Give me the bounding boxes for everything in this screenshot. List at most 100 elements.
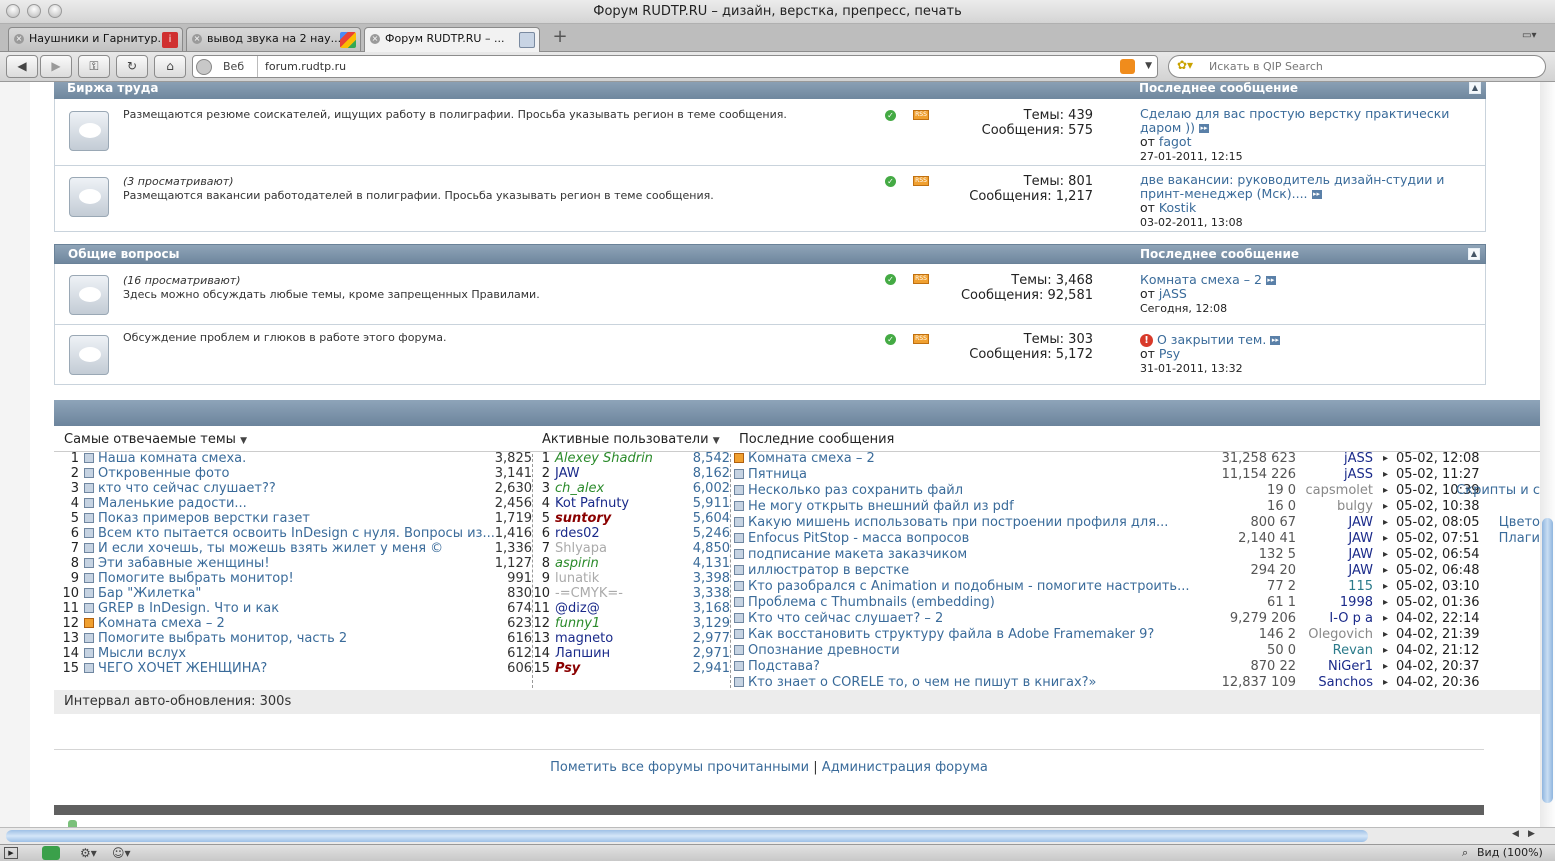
reload-button[interactable]: ↻ xyxy=(116,55,148,78)
post-author[interactable]: 115 xyxy=(1300,579,1373,594)
sync-icon[interactable] xyxy=(42,846,60,860)
user-link[interactable]: -=CMYK=- xyxy=(555,586,623,601)
user-link[interactable]: lunatik xyxy=(555,571,599,586)
last-post-link[interactable]: О закрытии тем. xyxy=(1157,332,1266,347)
tab-headphones[interactable]: × Наушники и Гарнитур... i xyxy=(8,27,183,51)
post-author[interactable]: Sanchos xyxy=(1300,675,1373,690)
scroll-left-arrow-icon[interactable]: ◀ xyxy=(1512,829,1519,839)
topic-link[interactable]: Опознание древности xyxy=(748,643,900,658)
vertical-scrollbar[interactable] xyxy=(1540,82,1555,827)
panel-toggle-icon[interactable]: ▶ xyxy=(4,847,18,859)
topic-link[interactable]: Всем кто пытается освоить InDesign с нул… xyxy=(98,526,495,541)
topic-link[interactable]: Помогите выбрать монитор! xyxy=(98,571,294,586)
post-author[interactable]: JAW xyxy=(1300,515,1373,530)
rss-icon[interactable]: RSS xyxy=(913,274,929,284)
go-arrow-icon[interactable]: ▸ xyxy=(1383,451,1388,466)
go-to-post-icon[interactable]: ▸▸ xyxy=(1311,190,1322,199)
subscribe-check-icon[interactable]: ✓ xyxy=(885,334,896,345)
post-author[interactable]: jASS xyxy=(1300,451,1373,466)
last-post-link[interactable]: Комната смеха – 2 xyxy=(1140,272,1262,287)
post-author[interactable]: jASS xyxy=(1300,467,1373,482)
section-title[interactable]: Биржа труда xyxy=(67,82,159,98)
topic-link[interactable]: Наша комната смеха. xyxy=(98,451,246,466)
post-author[interactable]: Olegovich xyxy=(1300,627,1373,642)
subscribe-check-icon[interactable]: ✓ xyxy=(885,110,896,121)
go-arrow-icon[interactable]: ▸ xyxy=(1383,643,1388,658)
go-arrow-icon[interactable]: ▸ xyxy=(1383,579,1388,594)
topic-link[interactable]: Enfocus PitStop - масса вопросов xyxy=(748,531,969,546)
mark-all-read-link[interactable]: Пометить все форумы прочитанными xyxy=(550,760,809,775)
close-window-button[interactable] xyxy=(6,4,20,18)
forum-link[interactable]: Скрипты и с xyxy=(1456,483,1540,498)
network-icon[interactable]: ⚙▾ xyxy=(80,845,97,861)
go-arrow-icon[interactable]: ▸ xyxy=(1383,467,1388,482)
user-link[interactable]: funny1 xyxy=(555,616,600,631)
tab-close-icon[interactable]: × xyxy=(14,34,24,44)
go-arrow-icon[interactable]: ▸ xyxy=(1383,675,1388,690)
topic-link[interactable]: иллюстратор в верстке xyxy=(748,563,909,578)
go-arrow-icon[interactable]: ▸ xyxy=(1383,611,1388,626)
post-author[interactable]: NiGer1 xyxy=(1300,659,1373,674)
topic-link[interactable]: Подстава? xyxy=(748,659,820,674)
go-arrow-icon[interactable]: ▸ xyxy=(1383,547,1388,562)
topic-link[interactable]: И если хочешь, ты можешь взять жилет у м… xyxy=(98,541,443,556)
post-author[interactable]: 1998 xyxy=(1300,595,1373,610)
user-link[interactable]: suntory xyxy=(555,511,611,526)
subscribe-check-icon[interactable]: ✓ xyxy=(885,274,896,285)
tab-list-icon[interactable]: ▭▾ xyxy=(1522,30,1544,44)
go-arrow-icon[interactable]: ▸ xyxy=(1383,483,1388,498)
user-link[interactable]: @diz@ xyxy=(555,601,600,616)
topic-link[interactable]: Проблема с Thumbnails (embedding) xyxy=(748,595,995,610)
tab-rudtp-forum[interactable]: × Форум RUDTP.RU – ... xyxy=(364,27,540,52)
topic-link[interactable]: Показ примеров верстки газет xyxy=(98,511,310,526)
topic-link[interactable]: Комната смеха – 2 xyxy=(748,451,875,466)
settings-icon[interactable]: ☺▾ xyxy=(112,845,131,861)
go-arrow-icon[interactable]: ▸ xyxy=(1383,515,1388,530)
last-post-author[interactable]: jASS xyxy=(1159,286,1187,301)
forum-link[interactable]: Цвето xyxy=(1499,515,1540,530)
topic-link[interactable]: Откровенные фото xyxy=(98,466,230,481)
go-to-post-icon[interactable]: ▸▸ xyxy=(1265,276,1276,285)
url-text[interactable]: forum.rudtp.ru xyxy=(265,56,346,77)
top-topics-header[interactable]: Самые отвечаемые темы ▼ xyxy=(64,432,247,447)
collapse-icon[interactable]: ▲ xyxy=(1469,82,1481,94)
last-post-author[interactable]: Kostik xyxy=(1159,200,1196,215)
post-author[interactable]: JAW xyxy=(1300,547,1373,562)
forum-link[interactable]: Плаги xyxy=(1499,531,1540,546)
user-link[interactable]: magneto xyxy=(555,631,613,646)
topic-link[interactable]: Пятница xyxy=(748,467,807,482)
rss-icon[interactable]: RSS xyxy=(913,334,929,344)
user-link[interactable]: aspirin xyxy=(555,556,599,571)
user-link[interactable]: ch_alex xyxy=(555,481,604,496)
address-bar[interactable]: Веб forum.rudtp.ru ▼ xyxy=(192,55,1158,78)
active-users-header[interactable]: Активные пользователи ▼ xyxy=(542,432,720,447)
go-to-post-icon[interactable]: ▸▸ xyxy=(1270,336,1281,345)
user-link[interactable]: Shlyapa xyxy=(555,541,607,556)
post-author[interactable]: Revan xyxy=(1300,643,1373,658)
qip-search-box[interactable]: ✿▾ Искать в QIP Search xyxy=(1168,55,1546,78)
post-author[interactable]: JAW xyxy=(1300,531,1373,546)
topic-link[interactable]: Комната смеха – 2 xyxy=(98,616,225,631)
tab-close-icon[interactable]: × xyxy=(192,34,202,44)
scroll-right-arrow-icon[interactable]: ▶ xyxy=(1528,829,1535,839)
go-to-post-icon[interactable]: ▸▸ xyxy=(1199,124,1210,133)
go-arrow-icon[interactable]: ▸ xyxy=(1383,627,1388,642)
rss-icon[interactable]: RSS xyxy=(913,110,929,120)
last-post-link[interactable]: Сделаю для вас простую верстку практичес… xyxy=(1140,106,1449,135)
topic-link[interactable]: кто что сейчас слушает?? xyxy=(98,481,276,496)
go-arrow-icon[interactable]: ▸ xyxy=(1383,499,1388,514)
url-dropdown-icon[interactable]: ▼ xyxy=(1145,56,1152,77)
post-author[interactable]: JAW xyxy=(1300,563,1373,578)
subscribe-check-icon[interactable]: ✓ xyxy=(885,176,896,187)
go-arrow-icon[interactable]: ▸ xyxy=(1383,531,1388,546)
user-link[interactable]: Alexey Shadrin xyxy=(555,451,653,466)
forward-button[interactable]: ▶ xyxy=(40,55,72,78)
tab-sound-output[interactable]: × вывод звука на 2 нау... xyxy=(186,27,361,51)
zoom-window-button[interactable] xyxy=(48,4,62,18)
vertical-scroll-thumb[interactable] xyxy=(1542,518,1553,803)
horizontal-scroll-thumb[interactable] xyxy=(6,830,1368,842)
new-tab-plus-icon[interactable]: + xyxy=(549,28,571,48)
minimize-window-button[interactable] xyxy=(27,4,41,18)
go-arrow-icon[interactable]: ▸ xyxy=(1383,595,1388,610)
post-author[interactable]: I-O p a xyxy=(1300,611,1373,626)
